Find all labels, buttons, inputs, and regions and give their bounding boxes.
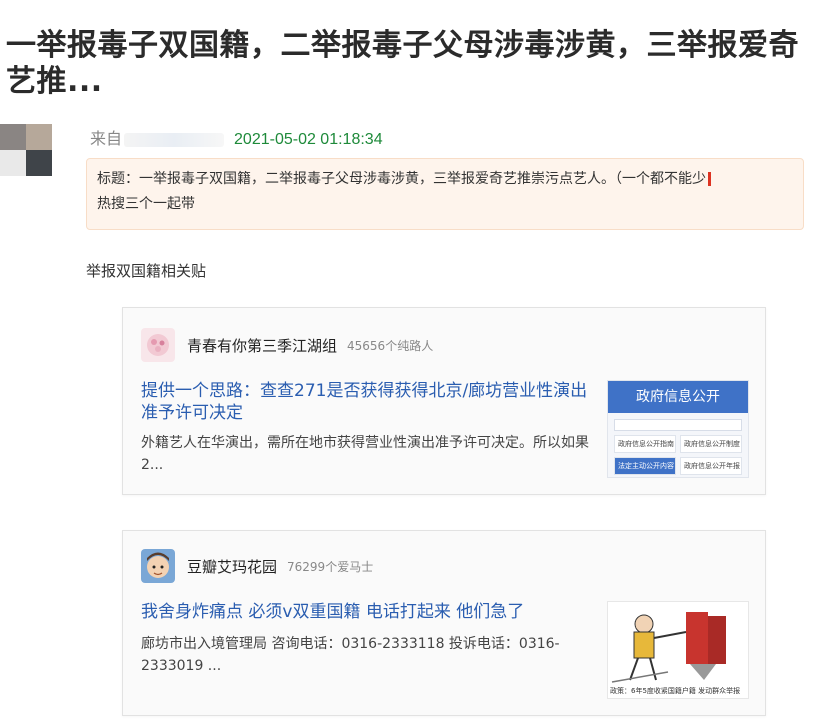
thumb-cell: 法定主动公开内容 [614,457,676,475]
thumb-header: 政府信息公开 [608,381,748,413]
post-title-link[interactable]: 提供一个思路：查查271是否获得获得北京/廊坊营业性演出准予许可决定 [141,380,591,424]
post-excerpt: 廊坊市出入境管理局 咨询电话：0316-2333118 投诉电话：0316-23… [141,636,560,674]
page-title: 一举报毒子双国籍，二举报毒子父母涉毒涉黄，三举报爱奇艺推... [6,28,799,99]
group-name[interactable]: 青春有你第三季江湖组 [187,335,337,356]
section-label: 举报双国籍相关贴 [86,262,207,280]
thumb-cell: 政府信息公开年报 [680,457,742,475]
post-excerpt: 外籍艺人在华演出，需所在地市获得营业性演出准予许可决定。所以如果2... [141,435,589,473]
thumb-searchbar [614,419,742,431]
notice-line-1: 标题：一举报毒子双国籍，二举报毒子父母涉毒涉黄，三举报爱奇艺推崇污点艺人。（一个… [97,171,706,187]
group-header: 豆瓣艾玛花园 76299个爱马士 [141,549,373,583]
cartoon-illustration [608,602,748,698]
post-meta: 来自 2021-05-02 01:18:34 [90,128,383,150]
group-avatar[interactable] [141,549,175,583]
thumb-cell: 政府信息公开制度 [680,435,742,453]
related-post-card[interactable]: 豆瓣艾玛花园 76299个爱马士 我舍身炸痛点 必须v双重国籍 电话打起来 他们… [122,530,766,716]
author-avatar[interactable] [0,124,52,176]
notice-box: 标题：一举报毒子双国籍，二举报毒子父母涉毒涉黄，三举报爱奇艺推崇污点艺人。（一个… [86,158,804,230]
thumb-cell: 政府信息公开指南 [614,435,676,453]
group-member-count: 76299个爱马士 [287,559,374,574]
author-name-blurred[interactable] [124,132,225,147]
notice-line-2: 热搜三个一起带 [97,196,195,212]
post-thumbnail[interactable]: 政策：6年5度收紧国籍户籍 发动群众举报 [607,601,749,699]
group-member-count: 45656个纯路人 [347,338,434,353]
post-title-link[interactable]: 我舍身炸痛点 必须v双重国籍 电话打起来 他们急了 [141,601,591,623]
post-timestamp: 2021-05-02 01:18:34 [234,131,383,148]
related-post-card[interactable]: 青春有你第三季江湖组 45656个纯路人 提供一个思路：查查271是否获得获得北… [122,307,766,495]
post-thumbnail[interactable]: 政府信息公开 政府信息公开指南 政府信息公开制度 法定主动公开内容 政府信息公开… [607,380,749,478]
thumb-caption: 政策：6年5度收紧国籍户籍 发动群众举报 [610,687,741,695]
group-header: 青春有你第三季江湖组 45656个纯路人 [141,328,433,362]
group-avatar[interactable] [141,328,175,362]
from-label: 来自 [90,129,123,148]
notice-mark [708,172,711,186]
group-name[interactable]: 豆瓣艾玛花园 [187,556,277,577]
